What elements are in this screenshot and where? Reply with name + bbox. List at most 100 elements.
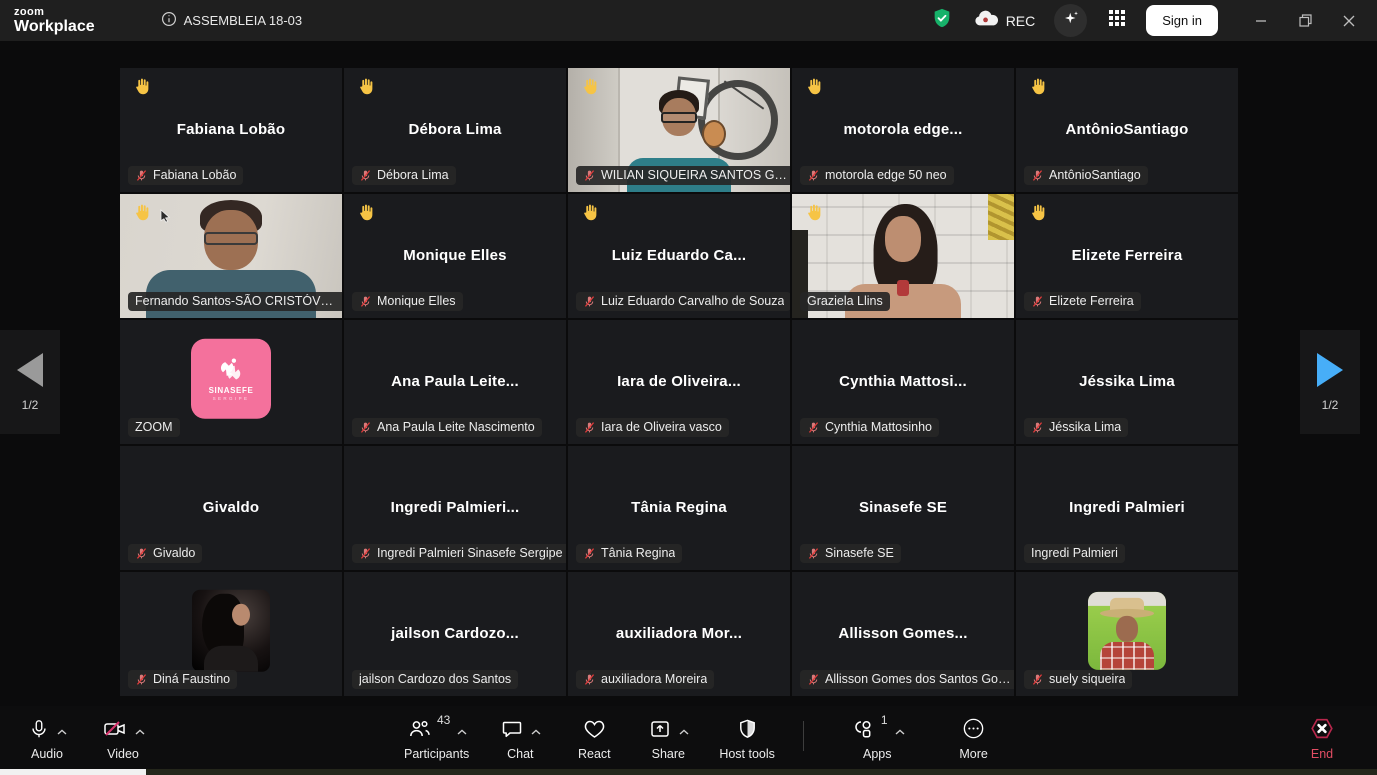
mic-muted-icon: [359, 169, 372, 182]
next-page-button[interactable]: 1/2: [1300, 330, 1360, 434]
recording-indicator[interactable]: REC: [972, 9, 1036, 32]
participant-name-text: Iara de Oliveira vasco: [601, 420, 722, 434]
tile-ingredi-palmieri[interactable]: Ingredi Palmieri Ingredi Palmieri: [1016, 446, 1238, 570]
participant-name-text: auxiliadora Moreira: [601, 672, 707, 686]
apps-grid-button[interactable]: [1100, 4, 1133, 37]
logo-line1: zoom: [14, 7, 95, 18]
tile-auxiliadora-moreira[interactable]: auxiliadora Mor... auxiliadora Moreira: [568, 572, 790, 696]
participant-name-label: Allisson Gomes dos Santos Goe...: [800, 670, 1014, 689]
participant-display-name: Elizete Ferreira: [1016, 247, 1238, 264]
participant-name-text: suely siqueira: [1049, 672, 1125, 686]
end-meeting-button[interactable]: End: [1299, 715, 1345, 761]
mic-muted-icon: [583, 295, 596, 308]
participant-display-name: Tânia Regina: [568, 499, 790, 516]
minimize-button[interactable]: [1239, 0, 1283, 41]
participant-name-text: ZOOM: [135, 420, 173, 434]
restore-button[interactable]: [1283, 0, 1327, 41]
tile-allisson-gomes[interactable]: Allisson Gomes... Allisson Gomes dos San…: [792, 572, 1014, 696]
participant-display-name: Sinasefe SE: [792, 499, 1014, 516]
participant-name-label: Elizete Ferreira: [1024, 292, 1141, 311]
mic-muted-icon: [1031, 673, 1044, 686]
participant-name-text: Elizete Ferreira: [1049, 294, 1134, 308]
more-button[interactable]: More: [951, 715, 997, 761]
tile-antonio-santiago[interactable]: AntônioSantiago AntônioSantiago: [1016, 68, 1238, 192]
participant-name-label: Jéssika Lima: [1024, 418, 1128, 437]
participant-display-name: AntônioSantiago: [1016, 121, 1238, 138]
tile-fabiana-lobao[interactable]: Fabiana Lobão Fabiana Lobão: [120, 68, 342, 192]
participant-name-label: WILIAN SIQUEIRA SANTOS GOM...: [576, 166, 790, 185]
react-button[interactable]: React: [571, 715, 617, 761]
mic-muted-icon: [583, 673, 596, 686]
apps-chevron-up-icon[interactable]: [895, 722, 905, 740]
tile-debora-lima[interactable]: Débora Lima Débora Lima: [344, 68, 566, 192]
apps-icon: [850, 717, 876, 746]
host-tools-button[interactable]: Host tools: [719, 715, 775, 761]
tile-tania-regina[interactable]: Tânia Regina Tânia Regina: [568, 446, 790, 570]
chat-chevron-up-icon[interactable]: [531, 722, 541, 740]
ai-companion-button[interactable]: [1054, 4, 1087, 37]
tile-ingredi-palmieri-sinasefe[interactable]: Ingredi Palmieri... Ingredi Palmieri Sin…: [344, 446, 566, 570]
participants-button[interactable]: 43 Participants: [404, 715, 469, 761]
participants-chevron-up-icon[interactable]: [457, 722, 467, 740]
participant-name-text: Débora Lima: [377, 168, 449, 182]
participant-name-text: Cynthia Mattosinho: [825, 420, 932, 434]
participant-name-label: Givaldo: [128, 544, 202, 563]
security-shield-icon[interactable]: [931, 7, 953, 34]
tile-wilian-siqueira[interactable]: WILIAN SIQUEIRA SANTOS GOM...: [568, 68, 790, 192]
raised-hand-icon: [356, 76, 377, 102]
participant-name-text: Givaldo: [153, 546, 195, 560]
suely-avatar: [1088, 592, 1166, 670]
tile-elizete-ferreira[interactable]: Elizete Ferreira Elizete Ferreira: [1016, 194, 1238, 318]
tile-dina-faustino[interactable]: Diná Faustino: [120, 572, 342, 696]
gallery-view: Fabiana Lobão Fabiana Lobão Débora Lima …: [0, 41, 1377, 706]
participant-name-label: Ana Paula Leite Nascimento: [352, 418, 542, 437]
tile-ana-paula[interactable]: Ana Paula Leite... Ana Paula Leite Nasci…: [344, 320, 566, 444]
participant-name-text: Ingredi Palmieri Sinasefe Sergipe: [377, 546, 563, 560]
previous-page-button[interactable]: 1/2: [0, 330, 60, 434]
tile-luiz-eduardo[interactable]: Luiz Eduardo Ca... Luiz Eduardo Carvalho…: [568, 194, 790, 318]
mic-muted-icon: [583, 547, 596, 560]
page-indicator: 1/2: [1322, 398, 1339, 412]
tile-jailson-cardozo[interactable]: jailson Cardozo... jailson Cardozo dos S…: [344, 572, 566, 696]
raised-hand-icon: [580, 76, 601, 102]
chat-button[interactable]: Chat: [497, 715, 543, 761]
tile-fernando-santos[interactable]: Fernando Santos-SÃO CRISTÓVÃO/...: [120, 194, 342, 318]
share-button[interactable]: Share: [645, 715, 691, 761]
participant-display-name: jailson Cardozo...: [344, 625, 566, 642]
tile-iara-oliveira[interactable]: Iara de Oliveira... Iara de Oliveira vas…: [568, 320, 790, 444]
participant-display-name: Jéssika Lima: [1016, 373, 1238, 390]
meeting-info[interactable]: ASSEMBLEIA 18-03: [161, 11, 303, 30]
apps-button[interactable]: 1 Apps: [850, 715, 905, 761]
tile-zoom-sinasefe[interactable]: SINASEFE SERGIPE ZOOM: [120, 320, 342, 444]
logo-line2: Workplace: [14, 19, 95, 35]
participant-name-text: AntônioSantiago: [1049, 168, 1141, 182]
sign-in-button[interactable]: Sign in: [1146, 5, 1218, 36]
tile-givaldo[interactable]: Givaldo Givaldo: [120, 446, 342, 570]
participant-name-label: Luiz Eduardo Carvalho de Souza: [576, 292, 790, 311]
tile-graziela-llins-active-speaker[interactable]: Graziela Llins: [792, 194, 1014, 318]
tile-jessika-lima[interactable]: Jéssika Lima Jéssika Lima: [1016, 320, 1238, 444]
tile-cynthia-mattosinho[interactable]: Cynthia Mattosi... Cynthia Mattosinho: [792, 320, 1014, 444]
audio-button[interactable]: Audio: [24, 715, 70, 761]
participant-name-label: Fabiana Lobão: [128, 166, 243, 185]
sinasefe-org-name: SINASEFE: [209, 385, 254, 394]
tile-sinasefe-se[interactable]: Sinasefe SE Sinasefe SE: [792, 446, 1014, 570]
participant-name-text: Tânia Regina: [601, 546, 675, 560]
raised-hand-icon: [1028, 76, 1049, 102]
zoom-workplace-logo: zoom Workplace: [14, 7, 95, 35]
tile-motorola-edge[interactable]: motorola edge... motorola edge 50 neo: [792, 68, 1014, 192]
tile-monique-elles[interactable]: Monique Elles Monique Elles: [344, 194, 566, 318]
participant-display-name: Iara de Oliveira...: [568, 373, 790, 390]
video-chevron-up-icon[interactable]: [135, 722, 145, 740]
participant-name-text: Fabiana Lobão: [153, 168, 236, 182]
video-button[interactable]: Video: [100, 715, 146, 761]
close-icon[interactable]: [1327, 0, 1371, 41]
share-chevron-up-icon[interactable]: [679, 722, 689, 740]
participant-name-label: Diná Faustino: [128, 670, 237, 689]
mouse-cursor: [160, 209, 171, 228]
participant-name-text: Diná Faustino: [153, 672, 230, 686]
audio-chevron-up-icon[interactable]: [57, 722, 67, 740]
tile-suely-siqueira[interactable]: suely siqueira: [1016, 572, 1238, 696]
end-call-icon: [1309, 716, 1335, 746]
meeting-title: ASSEMBLEIA 18-03: [184, 13, 303, 28]
